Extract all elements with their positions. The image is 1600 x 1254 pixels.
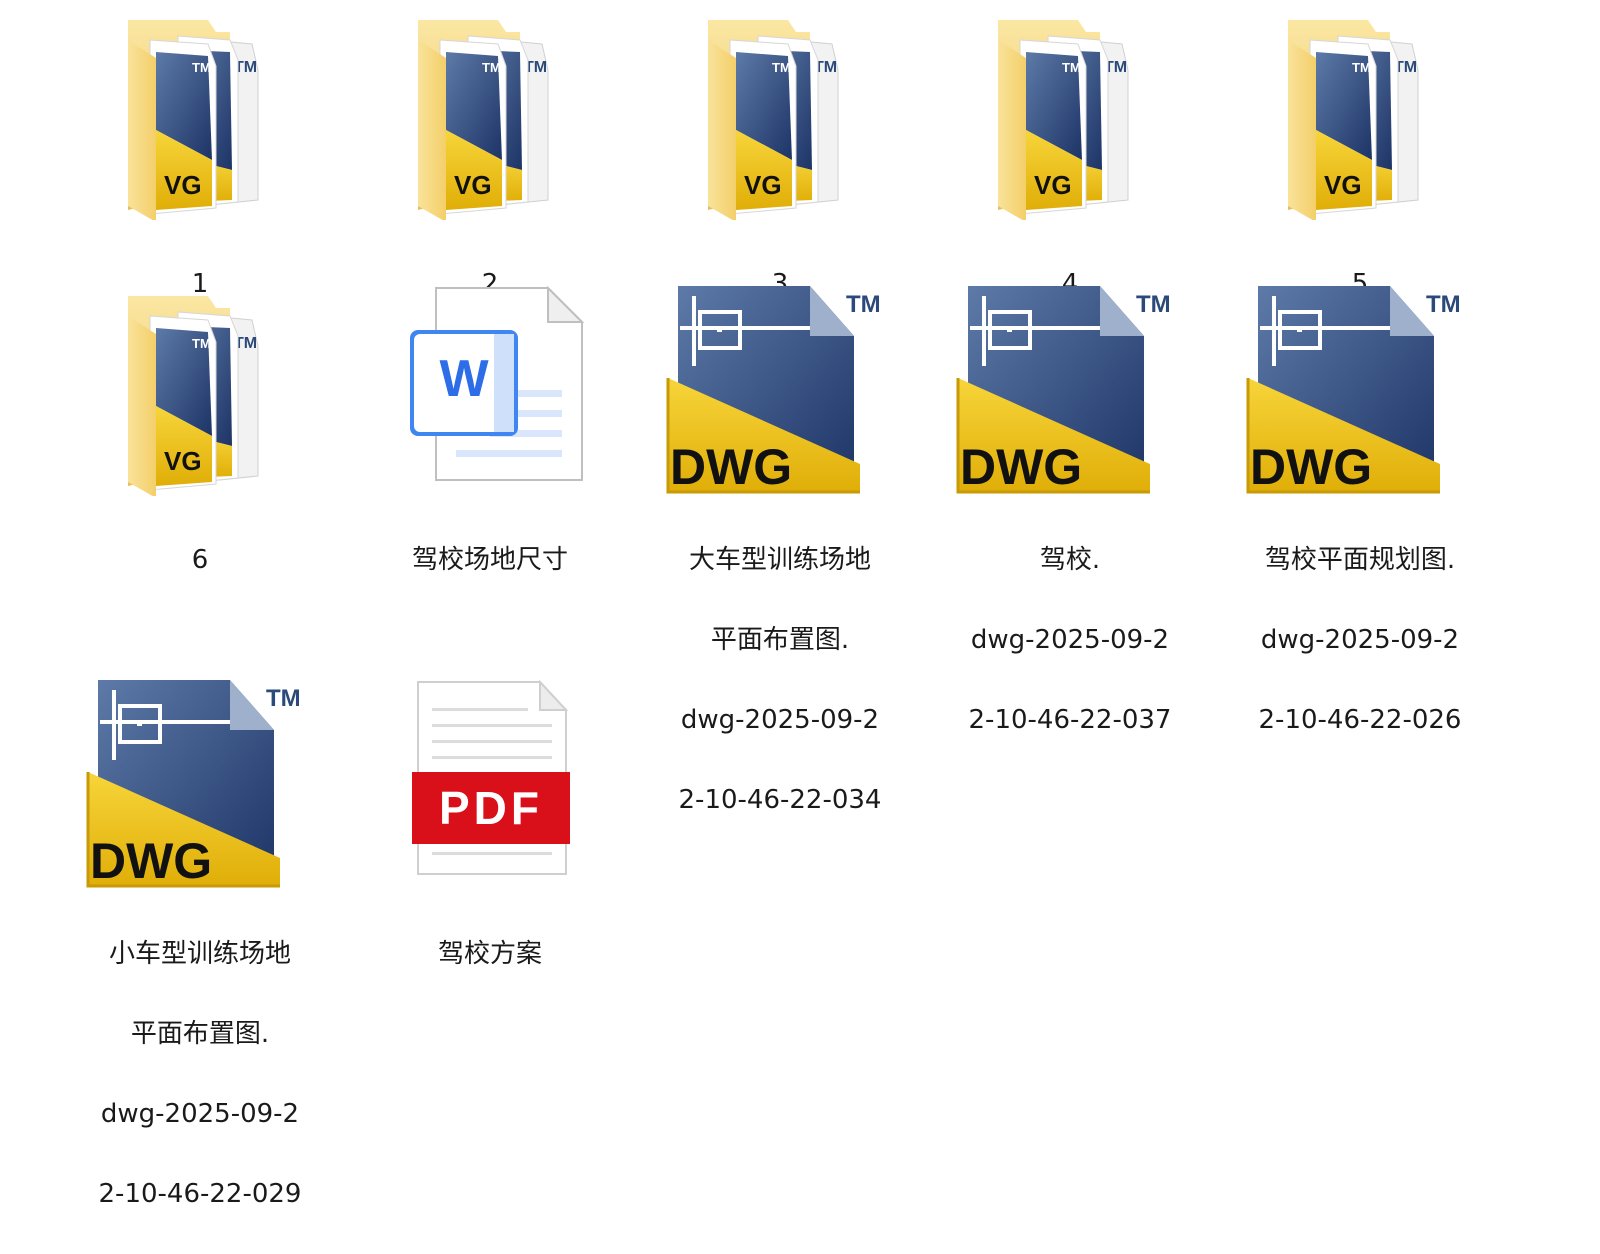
- svg-text:DWG: DWG: [960, 439, 1082, 495]
- file-label: 驾校场地尺寸: [411, 545, 568, 575]
- dwg-file-icon: DWG TM: [660, 286, 900, 496]
- dwg-file-item[interactable]: DWG TM 驾校. dwg-2025-09-2 2-10-46-22-037: [950, 286, 1190, 780]
- svg-text:TM: TM: [1426, 291, 1461, 318]
- dwg-folder-icon: TM TM VG: [950, 10, 1190, 220]
- svg-text:TM: TM: [192, 60, 211, 75]
- dwg-file-icon: DWG TM: [950, 286, 1190, 496]
- svg-text:DWG: DWG: [670, 439, 792, 495]
- svg-text:VG: VG: [164, 446, 202, 476]
- dwg-folder-icon: TM TM VG: [1240, 10, 1480, 220]
- svg-text:PDF: PDF: [439, 782, 543, 834]
- svg-text:TM: TM: [772, 60, 791, 75]
- word-document-icon: W: [370, 286, 610, 496]
- svg-text:DWG: DWG: [90, 833, 212, 889]
- pdf-file-item[interactable]: PDF 驾校方案: [370, 680, 610, 1014]
- file-label: 驾校. dwg-2025-09-2 2-10-46-22-037: [968, 545, 1172, 735]
- file-label: 小车型训练场地 平面布置图. dwg-2025-09-2 2-10-46-22-…: [98, 939, 302, 1209]
- file-label: 6: [191, 545, 209, 575]
- dwg-file-icon: DWG TM: [80, 680, 320, 890]
- svg-text:TM: TM: [1062, 60, 1081, 75]
- svg-text:TM: TM: [1352, 60, 1371, 75]
- svg-text:W: W: [439, 350, 489, 408]
- file-label: 大车型训练场地 平面布置图. dwg-2025-09-2 2-10-46-22-…: [678, 545, 882, 815]
- svg-text:VG: VG: [1034, 170, 1072, 200]
- dwg-file-icon: DWG TM: [1240, 286, 1480, 496]
- dwg-file-item[interactable]: DWG TM 驾校平面规划图. dwg-2025-09-2 2-10-46-22…: [1240, 286, 1480, 780]
- svg-text:TM: TM: [266, 685, 301, 712]
- dwg-folder-icon: TM TM VG: [660, 10, 900, 220]
- svg-text:TM: TM: [1136, 291, 1171, 318]
- dwg-folder-icon: TM TM VG: [370, 10, 610, 220]
- dwg-folder-icon: TM TM VG: [80, 286, 320, 496]
- file-grid: TM TM VG 1 TM TM VG 2 TM TM VG 3 TM TM V…: [0, 0, 1600, 1209]
- svg-text:VG: VG: [744, 170, 782, 200]
- dwg-folder-icon: TM TM VG: [80, 10, 320, 220]
- svg-text:TM: TM: [482, 60, 501, 75]
- svg-text:TM: TM: [192, 336, 211, 351]
- svg-text:DWG: DWG: [1250, 439, 1372, 495]
- file-label: 驾校平面规划图. dwg-2025-09-2 2-10-46-22-026: [1258, 545, 1462, 735]
- file-label: 驾校方案: [437, 939, 542, 969]
- dwg-file-item[interactable]: DWG TM 小车型训练场地 平面布置图. dwg-2025-09-2 2-10…: [80, 680, 320, 1254]
- dwg-file-item[interactable]: DWG TM 大车型训练场地 平面布置图. dwg-2025-09-2 2-10…: [660, 286, 900, 860]
- word-file-item[interactable]: W 驾校场地尺寸: [370, 286, 610, 620]
- pdf-file-icon: PDF: [370, 680, 610, 890]
- svg-text:TM: TM: [846, 291, 881, 318]
- folder-item[interactable]: TM TM VG 6: [80, 286, 320, 620]
- svg-text:VG: VG: [1324, 170, 1362, 200]
- svg-text:VG: VG: [454, 170, 492, 200]
- svg-text:VG: VG: [164, 170, 202, 200]
